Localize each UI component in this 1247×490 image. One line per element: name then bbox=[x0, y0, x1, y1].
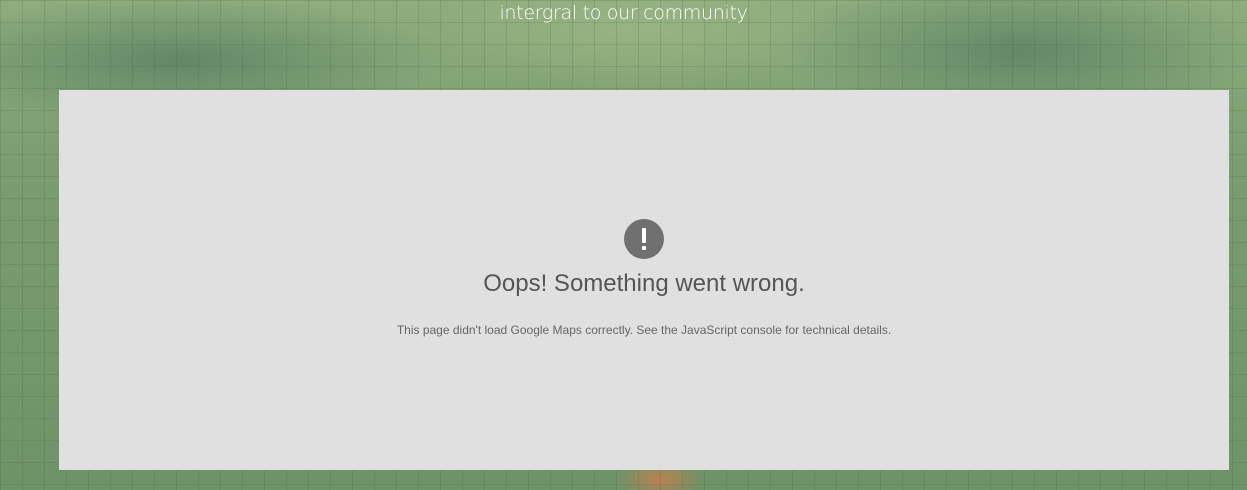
section-tagline: intergral to our community bbox=[499, 2, 748, 24]
map-error-title: Oops! Something went wrong. bbox=[483, 270, 805, 297]
exclamation-icon bbox=[624, 219, 664, 259]
google-map-container[interactable]: Oops! Something went wrong. This page di… bbox=[59, 90, 1229, 470]
map-error-description: This page didn't load Google Maps correc… bbox=[396, 323, 892, 337]
